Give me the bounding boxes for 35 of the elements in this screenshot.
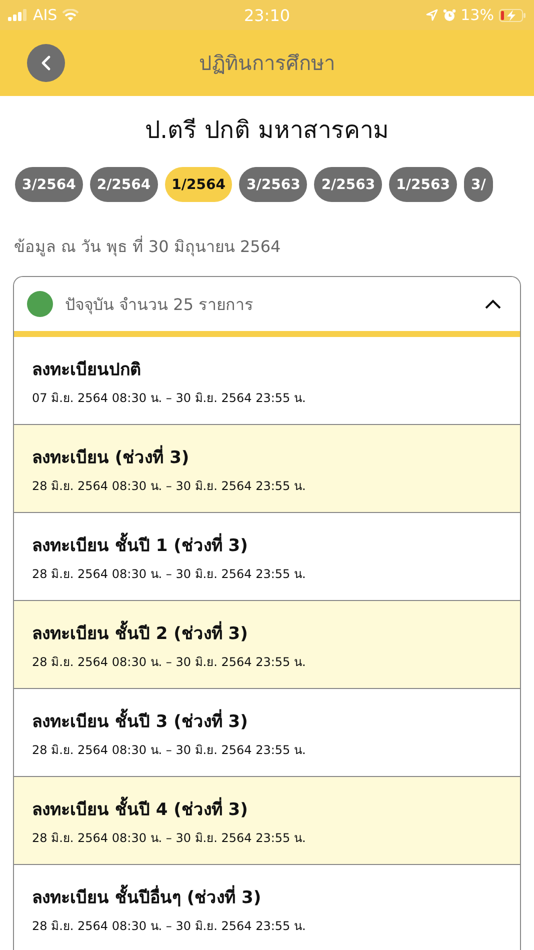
event-dates: 28 มิ.ย. 2564 08:30 น. – 30 มิ.ย. 2564 23:55 น. xyxy=(32,566,307,582)
event-title: ลงทะเบียน ชั้นปี 4 (ช่วงที่ 3) xyxy=(32,794,502,822)
carrier-name: AIS xyxy=(33,6,58,24)
clock-time: 23:10 xyxy=(244,6,290,24)
event-dates: 28 มิ.ย. 2564 08:30 น. – 30 มิ.ย. 2564 23:55 น. xyxy=(32,478,307,494)
chevron-left-icon xyxy=(41,55,51,71)
event-dates: 07 มิ.ย. 2564 08:30 น. – 30 มิ.ย. 2564 23:55 น. xyxy=(32,390,307,406)
semester-tab[interactable]: 2/2563 xyxy=(314,167,382,202)
event-title: ลงทะเบียนปกติ xyxy=(32,358,142,382)
event-title: ลงทะเบียน (ช่วงที่ 3) xyxy=(32,442,502,470)
wifi-icon xyxy=(62,9,80,21)
screen-title: ปฏิทินการศึกษา xyxy=(199,50,335,77)
alarm-clock-icon xyxy=(442,8,456,22)
page-title: ป.ตรี ปกติ มหาสารคาม xyxy=(144,115,390,146)
event-dates: 28 มิ.ย. 2564 08:30 น. – 30 มิ.ย. 2564 23:55 น. xyxy=(32,918,307,934)
event-title: ลงทะเบียน ชั้นปีอื่นๆ (ช่วงที่ 3) xyxy=(32,882,502,910)
battery-charging-icon xyxy=(498,8,526,22)
chevron-up-icon xyxy=(484,299,502,309)
event-title: ลงทะเบียน ชั้นปี 3 (ช่วงที่ 3) xyxy=(32,706,502,734)
event-dates: 28 มิ.ย. 2564 08:30 น. – 30 มิ.ย. 2564 23:55 น. xyxy=(32,830,307,846)
event-dates: 28 มิ.ย. 2564 08:30 น. – 30 มิ.ย. 2564 23:55 น. xyxy=(32,654,307,670)
event-title: ลงทะเบียน ชั้นปี 1 (ช่วงที่ 3) xyxy=(32,530,502,558)
semester-tab[interactable]: 1/2564 xyxy=(164,167,232,202)
as-of-date: ข้อมูล ณ วัน พุธ ที่ 30 มิถุนายน 2564 xyxy=(13,234,282,258)
signal-icon xyxy=(8,9,28,21)
semester-tab[interactable]: 2/2564 xyxy=(90,167,158,202)
event-dates: 28 มิ.ย. 2564 08:30 น. – 30 มิ.ย. 2564 23:55 น. xyxy=(32,742,307,758)
semester-tab[interactable]: 1/2563 xyxy=(389,167,457,202)
back-button[interactable] xyxy=(27,44,65,82)
location-arrow-icon xyxy=(426,9,438,21)
semester-tab[interactable]: 3/ xyxy=(464,167,493,202)
event-title: ลงทะเบียน ชั้นปี 2 (ช่วงที่ 3) xyxy=(32,618,502,646)
semester-tab[interactable]: 3/2564 xyxy=(15,167,83,202)
battery-percent: 13% xyxy=(460,6,494,24)
semester-tab[interactable]: 3/2563 xyxy=(239,167,308,202)
